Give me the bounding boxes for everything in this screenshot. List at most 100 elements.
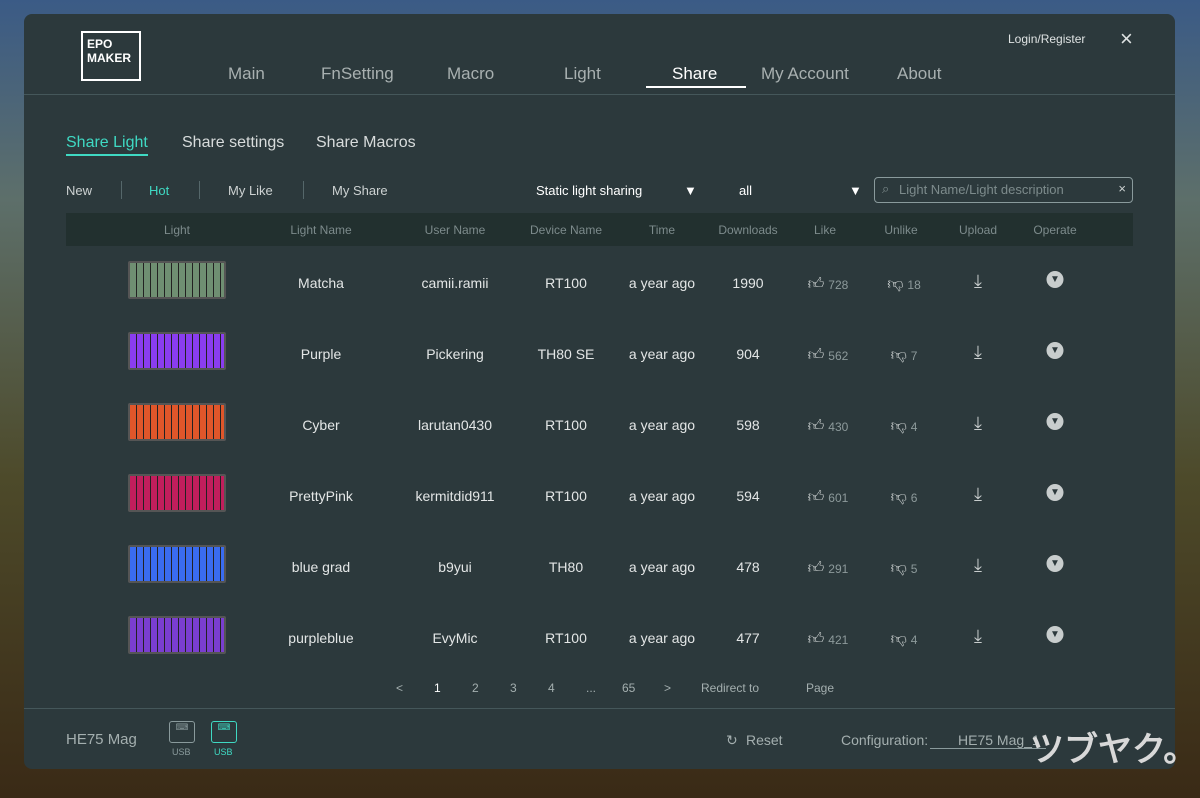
keyboard-icon[interactable]: ⌨ — [211, 721, 237, 743]
filter-hot[interactable]: Hot — [149, 183, 169, 198]
nav-fnsetting[interactable]: FnSetting — [321, 64, 394, 84]
light-name: Purple — [300, 346, 342, 362]
nav-macro[interactable]: Macro — [447, 64, 494, 84]
prev-page-button[interactable]: < — [396, 681, 403, 695]
device-name: RT100 — [545, 275, 587, 291]
reset-label: Reset — [746, 732, 783, 748]
device-name: RT100 — [545, 417, 587, 433]
download-icon[interactable]: ⤓ — [974, 342, 982, 363]
like-button[interactable]: 👍︎ 421 — [808, 630, 849, 649]
download-icon[interactable]: ⤓ — [974, 555, 982, 576]
tab-share-settings[interactable]: Share settings — [182, 134, 284, 152]
device-name: HE75 Mag — [66, 731, 137, 748]
table-row: Cyber larutan0430 RT100 a year ago 598 👍… — [66, 389, 1133, 460]
filter-my-share[interactable]: My Share — [332, 183, 388, 198]
nav-main[interactable]: Main — [228, 64, 265, 84]
download-icon[interactable]: ⤓ — [974, 626, 982, 647]
chevron-down-icon[interactable]: ▼ — [1046, 271, 1064, 288]
login-register-link[interactable]: Login/Register — [1008, 32, 1085, 46]
like-button[interactable]: 👍︎ 291 — [808, 559, 849, 578]
unlike-count: 4 — [910, 633, 918, 647]
col-light-name: Light Name — [290, 223, 352, 237]
chevron-down-icon[interactable]: ▼ — [1046, 342, 1064, 359]
filter-new[interactable]: New — [66, 183, 92, 198]
chevron-down-icon[interactable]: ▼ — [1046, 413, 1064, 430]
chevron-down-icon[interactable]: ▼ — [1046, 484, 1064, 501]
chevron-down-icon[interactable]: ▼ — [1046, 555, 1064, 572]
chevron-down-icon[interactable]: ▼ — [1046, 626, 1064, 643]
page-3[interactable]: 3 — [510, 681, 517, 695]
page-2[interactable]: 2 — [472, 681, 479, 695]
col-like: Like — [813, 223, 837, 237]
page-65[interactable]: 65 — [622, 681, 635, 695]
time: a year ago — [628, 559, 696, 575]
like-button[interactable]: 👍︎ 601 — [808, 488, 849, 507]
time: a year ago — [628, 417, 696, 433]
clear-icon[interactable]: × — [1118, 181, 1126, 196]
search-placeholder: Light Name/Light description — [899, 182, 1064, 197]
config-select[interactable]: HE75 Mag_1 — [930, 732, 1046, 749]
chevron-down-icon: ▼ — [849, 183, 862, 198]
tab-share-macros[interactable]: Share Macros — [316, 134, 416, 152]
like-button[interactable]: 👍︎ 562 — [808, 346, 849, 365]
unlike-button[interactable]: 👎︎ 4 — [891, 630, 918, 649]
like-count: 562 — [828, 349, 849, 363]
col-unlike: Unlike — [884, 223, 918, 237]
light-name: blue grad — [291, 559, 351, 575]
download-icon[interactable]: ⤓ — [974, 484, 982, 505]
page-input[interactable]: Page — [806, 681, 834, 695]
user-name: b9yui — [438, 559, 472, 575]
page-1[interactable]: 1 — [434, 681, 441, 695]
table-row: Purple Pickering TH80 SE a year ago 904 … — [66, 318, 1133, 389]
keyboard-icon[interactable]: ⌨ — [169, 721, 195, 743]
unlike-count: 5 — [910, 562, 918, 576]
unlike-button[interactable]: 👎︎ 5 — [891, 559, 918, 578]
filter-my-like[interactable]: My Like — [228, 183, 273, 198]
search-input[interactable]: ⌕ Light Name/Light description × — [874, 177, 1133, 203]
unlike-button[interactable]: 👎︎ 7 — [891, 346, 918, 365]
thumbs-down-icon: 👎︎ — [890, 418, 907, 435]
thumbs-down-icon: 👎︎ — [890, 489, 907, 506]
user-name: EvyMic — [432, 630, 478, 646]
nav-about[interactable]: About — [897, 64, 941, 84]
nav-my-account[interactable]: My Account — [761, 64, 849, 84]
app-window: EPO MAKER Login/Register × Main FnSetting… — [24, 14, 1175, 769]
thumbs-up-icon: 👍︎ — [807, 276, 825, 293]
like-button[interactable]: 👍︎ 728 — [808, 275, 849, 294]
downloads: 904 — [736, 346, 760, 362]
user-name: camii.ramii — [421, 275, 489, 291]
epomaker-logo: EPO MAKER — [81, 31, 141, 81]
search-icon: ⌕ — [882, 181, 890, 196]
unlike-count: 18 — [907, 278, 921, 292]
nav-light[interactable]: Light — [564, 64, 601, 84]
usb-label: USB — [172, 747, 191, 757]
downloads: 598 — [736, 417, 760, 433]
keyboard-preview — [128, 545, 226, 583]
next-page-button[interactable]: > — [664, 681, 671, 695]
downloads: 478 — [736, 559, 760, 575]
unlike-button[interactable]: 👎︎ 6 — [891, 488, 918, 507]
page-ellipsis: ... — [586, 681, 597, 695]
thumbs-down-icon: 👎︎ — [887, 276, 904, 293]
download-icon[interactable]: ⤓ — [974, 271, 982, 292]
time: a year ago — [628, 488, 696, 504]
thumbs-up-icon: 👍︎ — [807, 418, 825, 435]
unlike-button[interactable]: 👎︎ 18 — [887, 275, 921, 294]
keyboard-preview — [128, 332, 226, 370]
like-button[interactable]: 👍︎ 430 — [808, 417, 849, 436]
device-name: TH80 SE — [537, 346, 595, 362]
divider — [199, 181, 200, 199]
like-count: 601 — [828, 491, 849, 505]
redirect-label: Redirect to — [701, 681, 760, 695]
time: a year ago — [628, 275, 696, 291]
nav-share[interactable]: Share — [672, 64, 717, 84]
tab-share-light[interactable]: Share Light — [66, 134, 148, 156]
page-4[interactable]: 4 — [548, 681, 555, 695]
col-device-name: Device Name — [529, 223, 603, 237]
col-upload: Upload — [958, 223, 998, 237]
close-icon[interactable]: × — [1120, 26, 1133, 52]
refresh-icon: ↻ — [726, 732, 738, 748]
thumbs-up-icon: 👍︎ — [807, 560, 825, 577]
download-icon[interactable]: ⤓ — [974, 413, 982, 434]
unlike-button[interactable]: 👎︎ 4 — [891, 417, 918, 436]
